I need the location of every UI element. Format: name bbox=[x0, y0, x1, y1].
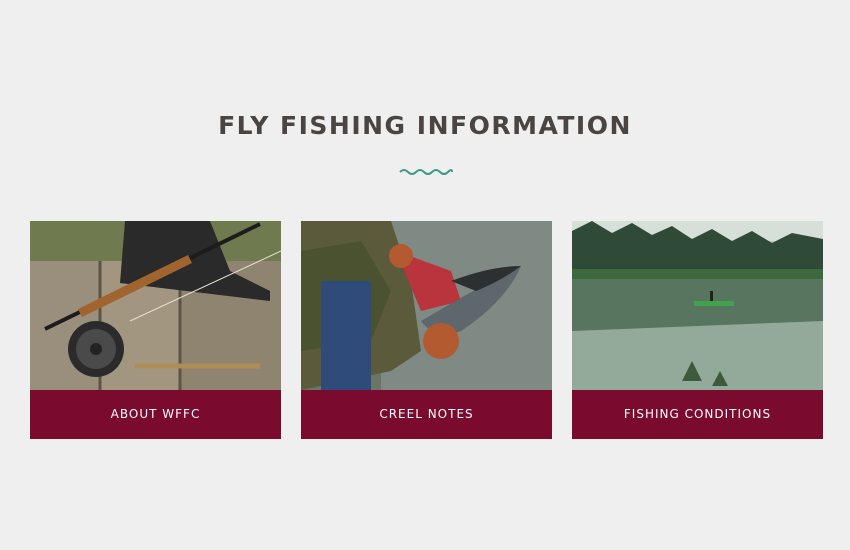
angler-holding-salmon-photo bbox=[301, 221, 552, 390]
section-title: FLY FISHING INFORMATION bbox=[218, 111, 632, 140]
about-wffc-label: ABOUT WFFC bbox=[110, 407, 201, 421]
creel-notes-label: CREEL NOTES bbox=[379, 407, 474, 421]
about-wffc-card[interactable]: ABOUT WFFC bbox=[30, 221, 281, 439]
fly-rod-and-reel-photo bbox=[30, 221, 281, 390]
fishing-conditions-label: FISHING CONDITIONS bbox=[623, 407, 772, 421]
lake-with-boat-photo bbox=[572, 221, 823, 390]
fishing-conditions-card[interactable]: FISHING CONDITIONS bbox=[572, 221, 823, 439]
wave-divider-icon bbox=[399, 169, 453, 175]
creel-notes-card[interactable]: CREEL NOTES bbox=[301, 221, 552, 439]
